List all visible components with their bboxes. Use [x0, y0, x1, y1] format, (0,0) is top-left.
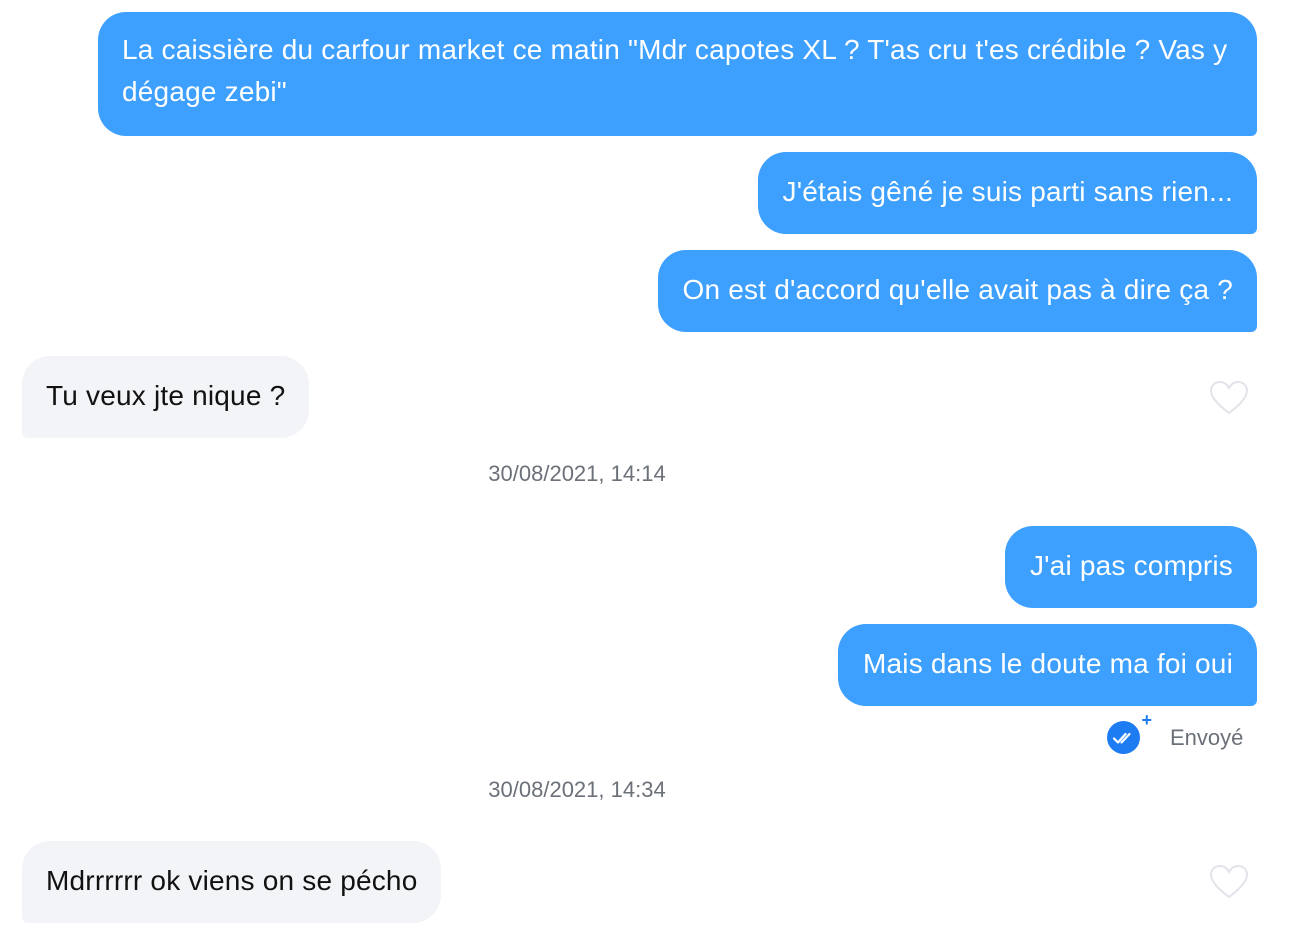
timestamp: 30/08/2021, 14:34: [488, 777, 666, 802]
delivery-status: + Envoyé: [1107, 710, 1244, 754]
message-bubble-received[interactable]: Tu veux jte nique ?: [22, 356, 310, 438]
chat-thread: La caissière du carfour market ce matin …: [0, 0, 1298, 942]
heart-icon[interactable]: [1209, 380, 1249, 416]
message-bubble-sent[interactable]: Mais dans le doute ma foi oui: [837, 624, 1257, 706]
message-bubble-sent[interactable]: On est d'accord qu'elle avait pas à dire…: [657, 250, 1257, 332]
message-bubble-sent[interactable]: J'ai pas compris: [1004, 526, 1257, 608]
message-bubble-received[interactable]: Mdrrrrrr ok viens on se pécho: [22, 841, 442, 923]
double-check-icon: +: [1107, 710, 1152, 754]
message-bubble-sent[interactable]: J'étais gêné je suis parti sans rien...: [757, 152, 1257, 234]
status-label: Envoyé: [1170, 724, 1244, 750]
message-bubble-sent[interactable]: La caissière du carfour market ce matin …: [98, 12, 1257, 136]
heart-icon[interactable]: [1209, 864, 1249, 900]
plus-icon: +: [1141, 710, 1152, 730]
timestamp: 30/08/2021, 14:14: [488, 461, 666, 486]
